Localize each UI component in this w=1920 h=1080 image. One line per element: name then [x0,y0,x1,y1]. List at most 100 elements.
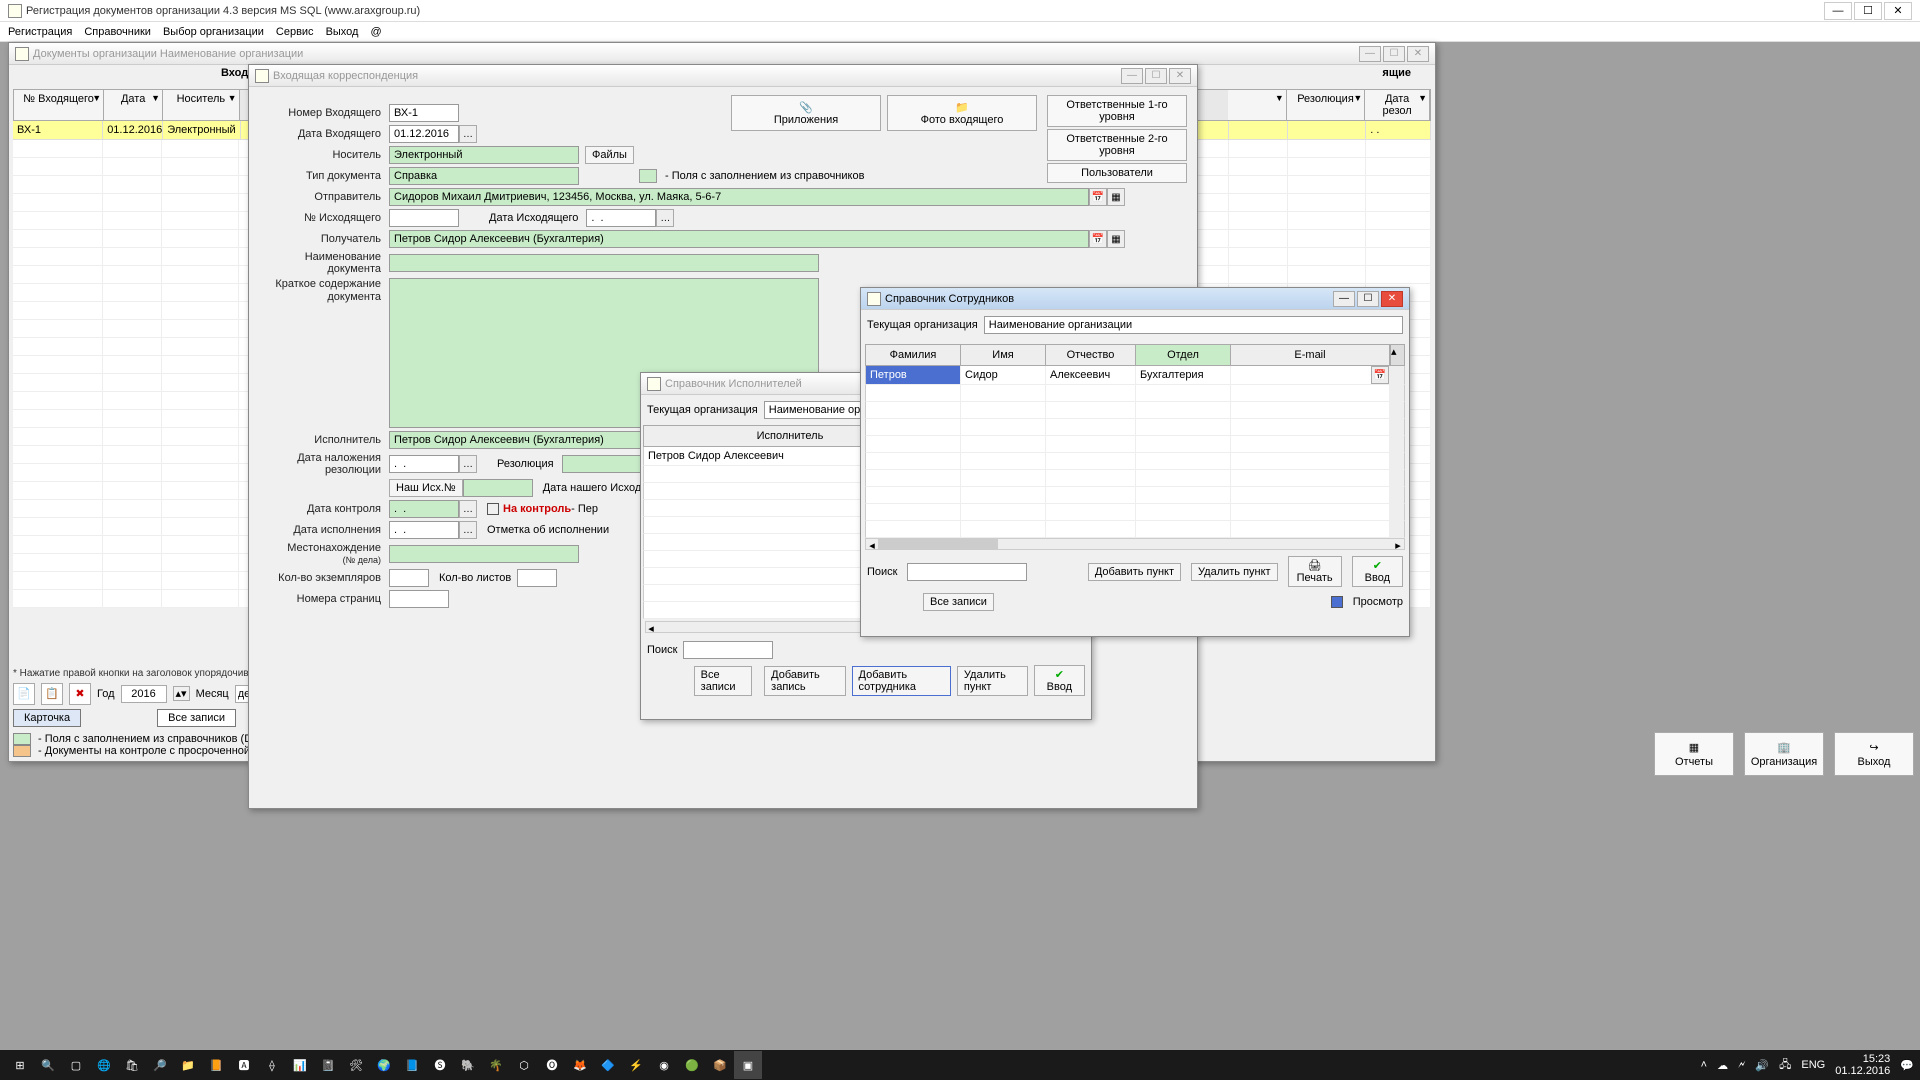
in-date[interactable] [389,125,459,143]
emp-min[interactable]: — [1333,291,1355,307]
sender-btn2[interactable]: ▦ [1107,188,1125,206]
btn-exec-ok[interactable]: ✔Ввод [1034,665,1085,696]
app-close[interactable]: ✕ [1884,2,1912,20]
btn-photo-in[interactable]: 📁Фото входящего [887,95,1037,131]
btn-reports[interactable]: ▦Отчеты [1654,732,1734,776]
in-recipient[interactable] [389,230,1089,248]
office-icon[interactable]: 📙 [202,1051,230,1079]
app17-icon[interactable]: 🐘 [454,1051,482,1079]
emp-hscroll-thumb[interactable] [878,539,998,549]
btn-exec-all[interactable]: Все записи [694,666,753,696]
journal-close[interactable]: ✕ [1407,46,1429,62]
tray-up-icon[interactable]: ˄ [1701,1059,1707,1071]
col-dept[interactable]: Отдел [1136,345,1231,365]
card-titlebar[interactable]: Входящая корреспонденция — ☐ ✕ [249,65,1197,87]
emp-hscroll-left[interactable]: ◂ [866,539,878,549]
btn-exec-add[interactable]: Добавить запись [764,666,845,696]
chk-control[interactable] [487,503,499,515]
tray-notifications-icon[interactable]: 💬 [1900,1059,1914,1072]
in-carrier[interactable] [389,146,579,164]
journal-min[interactable]: — [1359,46,1381,62]
emp-row-selected[interactable]: Петров Сидор Алексеевич Бухгалтерия 📅 [865,366,1405,385]
in-sender[interactable] [389,188,1089,206]
btn-exec-del[interactable]: Удалить пункт [957,666,1028,696]
btn-emp-del[interactable]: Удалить пункт [1191,563,1278,581]
menu-dictionaries[interactable]: Справочники [84,26,151,38]
app-maximize[interactable]: ☐ [1854,2,1882,20]
col-surname[interactable]: Фамилия [866,345,961,365]
exec-scroll-left[interactable]: ◂ [646,622,656,632]
magnify-icon[interactable]: 🔎 [146,1051,174,1079]
current-app-icon[interactable]: ▣ [734,1051,762,1079]
taskview-icon[interactable]: ▢ [62,1051,90,1079]
in-sheets[interactable] [517,569,557,587]
in-location[interactable] [389,545,579,563]
tray-time[interactable]: 15:23 [1835,1053,1890,1065]
word-icon[interactable]: 📘 [398,1051,426,1079]
globe-icon[interactable]: 🌍 [370,1051,398,1079]
year-spinner[interactable]: ▴▾ [173,686,190,701]
in-pages[interactable] [389,590,449,608]
card-max[interactable]: ☐ [1145,68,1167,84]
emp-search[interactable] [907,563,1027,581]
app-minimize[interactable]: — [1824,2,1852,20]
menu-registration[interactable]: Регистрация [8,26,72,38]
year-input[interactable] [121,685,167,703]
onenote-icon[interactable]: 📓 [314,1051,342,1079]
resdate-picker[interactable]: … [459,455,477,473]
app19-icon[interactable]: ⬡ [510,1051,538,1079]
ctrldate-picker[interactable]: … [459,500,477,518]
sender-btn1[interactable]: 📅 [1089,188,1107,206]
xdk-icon[interactable]: 🔷 [594,1051,622,1079]
col-incoming-num[interactable]: № Входящего▼ [14,90,104,120]
emp-org[interactable] [984,316,1403,334]
col-resdate[interactable]: Дата резол▼ [1365,90,1430,120]
btn-emp-add[interactable]: Добавить пункт [1088,563,1181,581]
emp-row-edit[interactable]: 📅 [1371,366,1389,384]
skype-icon[interactable]: 🅢 [426,1051,454,1079]
execdate-picker[interactable]: … [459,521,477,539]
btn-users[interactable]: Пользователи [1047,163,1187,183]
tray-volume-icon[interactable]: 🔊 [1755,1059,1769,1072]
journal-delete-btn[interactable]: ✖ [69,683,91,705]
menu-help[interactable]: @ [370,26,381,38]
in-ournum[interactable] [463,479,533,497]
chk-emp-view[interactable] [1331,596,1343,608]
btn-ournum[interactable]: Наш Исх.№ [389,479,463,497]
employees-titlebar[interactable]: Справочник Сотрудников — ☐ ✕ [861,288,1409,310]
recipient-btn1[interactable]: 📅 [1089,230,1107,248]
btn-exec-addemp[interactable]: Добавить сотрудника [852,666,951,696]
menu-exit[interactable]: Выход [326,26,359,38]
app25-icon[interactable]: 🟢 [678,1051,706,1079]
vs-icon[interactable]: ⟠ [258,1051,286,1079]
tray-cloud-icon[interactable]: ☁ [1717,1059,1728,1072]
in-docname[interactable] [389,254,819,272]
col-date[interactable]: Дата▼ [104,90,163,120]
tray-network-icon[interactable]: 🖧 [1779,1056,1791,1075]
btn-files[interactable]: Файлы [585,146,634,164]
col-carrier[interactable]: Носитель▼ [163,90,240,120]
emp-close[interactable]: ✕ [1381,291,1403,307]
col-resolution[interactable]: Резолюция▼ [1287,90,1365,120]
btn-emp-print[interactable]: 🖨Печать [1288,556,1342,587]
journal-max[interactable]: ☐ [1383,46,1405,62]
journal-copy-btn[interactable]: 📋 [41,683,63,705]
journal-titlebar[interactable]: Документы организации Наименование орган… [9,43,1435,65]
btn-attachments[interactable]: 📎Приложения [731,95,881,131]
btn-card[interactable]: Карточка [13,709,81,727]
btn-organization[interactable]: 🏢Организация [1744,732,1824,776]
btn-exit-journal[interactable]: ↪Выход [1834,732,1914,776]
tray-battery-icon[interactable]: 🗲 [1738,1059,1745,1072]
menu-orgselect[interactable]: Выбор организации [163,26,264,38]
edge-icon[interactable]: 🌐 [90,1051,118,1079]
app18-icon[interactable]: 🌴 [482,1051,510,1079]
executors-search[interactable] [683,641,773,659]
in-copies[interactable] [389,569,429,587]
search-icon[interactable]: 🔍 [34,1051,62,1079]
tool-icon[interactable]: 🛠 [342,1051,370,1079]
in-execdate[interactable] [389,521,459,539]
in-resdate[interactable] [389,455,459,473]
journal-new-btn[interactable]: 📄 [13,683,35,705]
excel-icon[interactable]: 📊 [286,1051,314,1079]
app23-icon[interactable]: ⚡ [622,1051,650,1079]
